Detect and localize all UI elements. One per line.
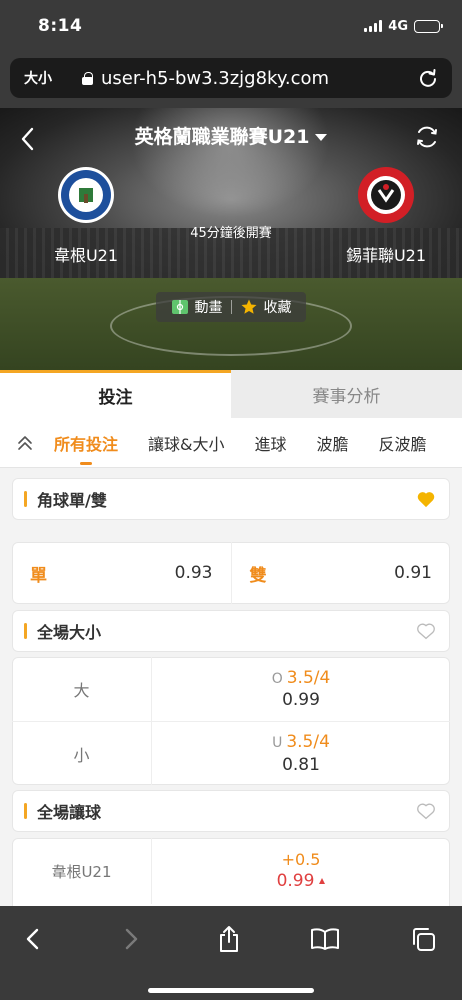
status-bar: 8:14 4G: [0, 0, 462, 52]
animation-button[interactable]: 動畫: [171, 297, 223, 317]
heart-filled-icon[interactable]: [416, 490, 436, 508]
market-header-handicap[interactable]: 全場讓球: [12, 790, 450, 832]
side-marker: O: [271, 670, 283, 687]
share-button[interactable]: [214, 924, 244, 954]
league-selector[interactable]: 英格蘭職業聯賽U21: [0, 122, 462, 149]
selection-price: 0.93: [174, 563, 213, 583]
odd-selection[interactable]: 單 0.93: [12, 542, 231, 604]
chevron-down-icon: [315, 134, 328, 141]
home-team: 韋根U21: [16, 166, 156, 266]
subtab-anti-correct-score[interactable]: 反波膽: [379, 431, 427, 455]
text-size-button[interactable]: 大小: [10, 68, 82, 88]
match-header: 英格蘭職業聯賽U21 韋根U21 45分鐘後開賽 錫菲聯U21 動畫 收藏: [0, 108, 462, 370]
bet-category-tabs: 所有投注 讓球&大小 進球 波膽 反波膽: [0, 418, 462, 468]
market-header-corner-odd-even[interactable]: 角球單/雙: [12, 478, 450, 520]
refresh-icon[interactable]: [414, 124, 440, 150]
pitch-icon: [171, 300, 188, 314]
selection-price: 0.99: [276, 871, 315, 892]
favorite-match-button[interactable]: 收藏: [240, 297, 292, 317]
handicap-selection[interactable]: +0.5 0.99: [152, 838, 450, 904]
subtab-all-bets[interactable]: 所有投注: [54, 431, 118, 465]
browser-back-button[interactable]: [18, 924, 48, 954]
selection-label: 雙: [249, 565, 267, 586]
animation-label: 動畫: [194, 300, 223, 316]
away-team-crest-icon: [358, 167, 414, 223]
heart-outline-icon[interactable]: [416, 622, 436, 640]
row-label: 小: [12, 722, 152, 785]
signal-icon: [364, 20, 383, 32]
collapse-all-button[interactable]: [0, 435, 50, 451]
home-team-crest-icon: [58, 167, 114, 223]
table-row: 小 U 3.5/4 0.81: [12, 721, 450, 785]
browser-forward-button[interactable]: [116, 924, 146, 954]
market-title: 角球單/雙: [37, 491, 107, 510]
price-up-icon: [319, 878, 326, 885]
side-marker: U: [272, 735, 283, 752]
line-value: 3.5/4: [286, 732, 330, 753]
battery-icon: [414, 19, 443, 33]
row-label: 韋根U21: [12, 838, 152, 904]
market-header-over-under[interactable]: 全場大小: [12, 610, 450, 652]
market-title: 全場讓球: [37, 803, 102, 822]
match-actions: 動畫 收藏: [156, 292, 306, 322]
tabs-button[interactable]: [408, 924, 438, 954]
subtab-correct-score[interactable]: 波膽: [317, 431, 349, 455]
book-icon: [311, 928, 339, 950]
url-text[interactable]: user-h5-bw3.3zjg8ky.com: [101, 68, 329, 89]
league-name: 英格蘭職業聯賽U21: [134, 126, 310, 148]
selection-label: 單: [30, 565, 47, 586]
subtab-handicap-ou[interactable]: 讓球&大小: [148, 431, 224, 455]
table-row: 大 O 3.5/4 0.99: [12, 657, 450, 721]
double-chevron-up-icon: [18, 435, 32, 450]
network-label: 4G: [388, 18, 408, 34]
away-team-name: 錫菲聯U21: [345, 246, 427, 265]
under-selection[interactable]: U 3.5/4 0.81: [152, 722, 450, 785]
browser-chrome: 8:14 4G 大小 user-h5-bw3.3zjg8ky.com: [0, 0, 462, 108]
even-selection[interactable]: 雙 0.91: [230, 542, 451, 604]
reload-icon[interactable]: [418, 68, 438, 88]
share-icon: [220, 926, 238, 952]
line-value: +0.5: [281, 849, 321, 869]
browser-toolbar: [0, 906, 462, 1000]
row-label: 大: [12, 657, 152, 721]
lock-icon: [82, 71, 93, 85]
selection-price: 0.81: [282, 754, 320, 775]
away-team: 錫菲聯U21: [316, 166, 456, 266]
chevron-left-icon: [26, 928, 39, 950]
status-time: 8:14: [38, 16, 83, 36]
selection-price: 0.91: [394, 563, 432, 583]
subtab-goals[interactable]: 進球: [255, 431, 287, 455]
heart-outline-icon[interactable]: [416, 802, 436, 820]
main-tabs: 投注 賽事分析: [0, 370, 462, 418]
home-team-name: 韋根U21: [53, 246, 119, 265]
line-value: 3.5/4: [286, 667, 331, 688]
selection-price: 0.99: [282, 690, 320, 710]
home-indicator: [148, 988, 314, 993]
tab-bets[interactable]: 投注: [0, 370, 231, 418]
tab-match-analysis[interactable]: 賽事分析: [231, 370, 462, 418]
bookmarks-button[interactable]: [310, 924, 340, 954]
favorite-label: 收藏: [263, 300, 292, 316]
tabs-icon: [413, 928, 435, 951]
over-selection[interactable]: O 3.5/4 0.99: [152, 657, 450, 721]
chevron-right-icon: [125, 928, 138, 950]
odds-card-corner-odd-even: 單 0.93 雙 0.91: [12, 542, 450, 604]
address-bar[interactable]: 大小 user-h5-bw3.3zjg8ky.com: [10, 58, 452, 98]
market-title: 全場大小: [37, 623, 102, 642]
table-row: 韋根U21 +0.5 0.99: [12, 838, 450, 904]
star-icon: [241, 299, 256, 314]
odds-card-over-under: 大 O 3.5/4 0.99 小 U 3.5/4 0.81: [12, 657, 450, 785]
